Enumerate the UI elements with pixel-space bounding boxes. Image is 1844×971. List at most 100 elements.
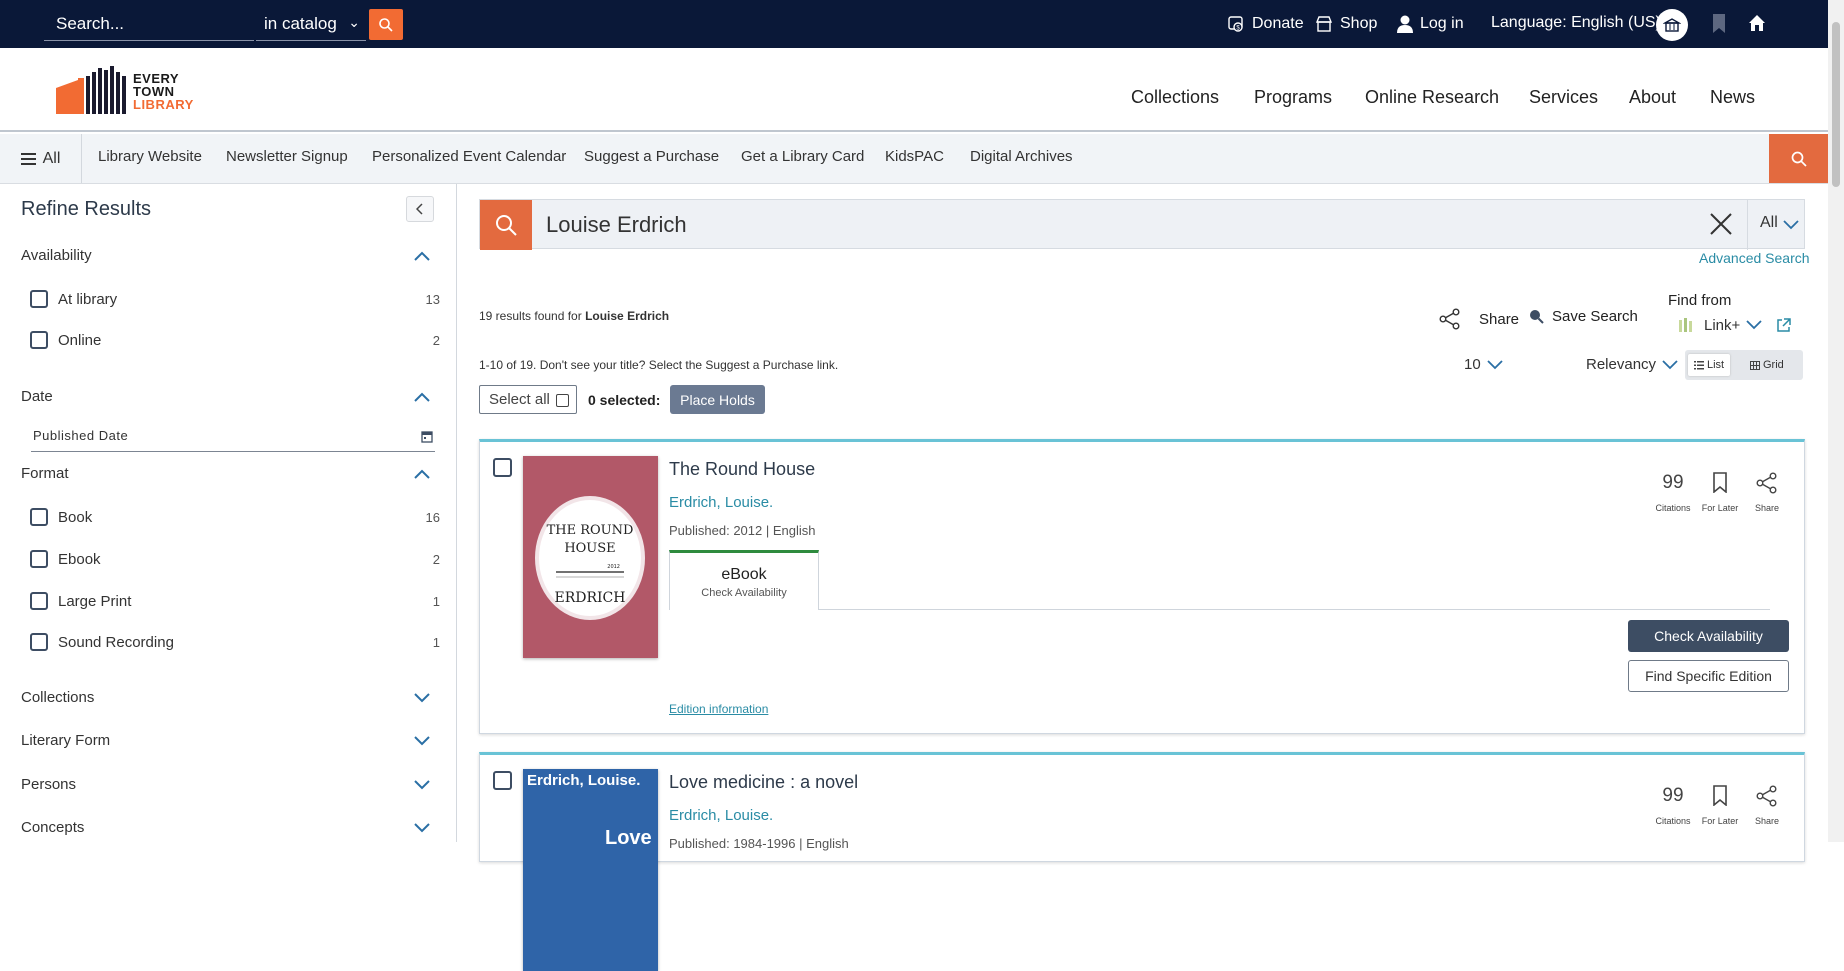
large-print-checkbox[interactable] [30,592,48,610]
chevron-down-icon [1746,320,1762,330]
select-all-checkbox [556,394,569,407]
result-title-link[interactable]: Love medicine : a novel [669,772,858,793]
language-label: Language: English (US) [1491,14,1661,31]
chevron-up-icon[interactable] [414,251,430,261]
library-logo-mark [56,66,126,114]
result-author-link[interactable]: Erdrich, Louise. [669,494,773,511]
library-logo[interactable]: EVERY TOWN LIBRARY [56,66,196,116]
subnav-library-website[interactable]: Library Website [98,148,202,165]
select-all-label: Select all [489,391,550,408]
chevron-up-icon[interactable] [414,469,430,479]
sound-recording-checkbox[interactable] [30,633,48,651]
view-toggle: List Grid [1685,350,1803,380]
login-label: Log in [1420,15,1464,32]
subnav-search-button[interactable] [1769,134,1829,183]
availability-heading[interactable]: Availability [21,247,92,264]
nav-collections[interactable]: Collections [1131,87,1219,108]
published-date-input[interactable]: Published Date [31,425,435,452]
language-selector[interactable]: Language: English (US) [1491,14,1661,32]
library-card-button[interactable] [1656,9,1688,41]
top-search-button[interactable] [369,9,403,40]
all-menu-button[interactable]: All [0,134,82,183]
per-page-select[interactable]: 10 [1464,356,1503,373]
link-plus-select[interactable]: Link+ [1678,316,1792,334]
grid-view-button[interactable]: Grid [1744,354,1790,376]
chevron-down-icon[interactable] [414,780,430,790]
result-select-checkbox[interactable] [493,771,512,790]
find-specific-edition-button[interactable]: Find Specific Edition [1628,660,1789,692]
book-cover[interactable]: THE ROUND HOUSE 2012 ERDRICH [523,456,658,658]
save-search-button[interactable]: Save Search [1529,308,1638,325]
find-from-label: Find from [1668,292,1732,309]
clear-search-icon[interactable] [1708,211,1734,237]
nav-news[interactable]: News [1710,87,1755,108]
subnav-newsletter-signup[interactable]: Newsletter Signup [226,148,348,165]
chevron-down-icon[interactable] [414,693,430,703]
check-availability-button[interactable]: Check Availability [1628,620,1789,652]
share-icon [1439,308,1460,330]
search-type-select[interactable]: All [1747,200,1806,250]
main-search-input[interactable]: Louise Erdrich [546,212,687,238]
chevron-down-icon: ⌄ [348,14,360,30]
scrollbar-thumb[interactable] [1832,22,1840,187]
advanced-search-link[interactable]: Advanced Search [1699,250,1810,266]
refine-results-title: Refine Results [21,198,152,220]
calendar-icon[interactable] [421,430,433,443]
home-button[interactable] [1747,13,1767,38]
edition-information-link[interactable]: Edition information [669,702,768,716]
place-holds-button[interactable]: Place Holds [670,385,765,414]
share-item-button[interactable]: Share [1737,472,1797,513]
nav-about[interactable]: About [1629,87,1676,108]
book-cover[interactable]: Erdrich, Louise. Love [523,769,658,971]
subnav-digital-archives[interactable]: Digital Archives [970,148,1073,165]
book-count: 16 [425,510,440,525]
search-icon [379,17,393,32]
share-item-button[interactable]: Share [1737,785,1797,826]
chevron-down-icon[interactable] [414,736,430,746]
external-link-icon[interactable] [1776,317,1792,333]
format-heading[interactable]: Format [21,465,69,482]
search-scope-select[interactable]: in catalog ⌄ [256,8,366,41]
all-menu-label: All [42,149,61,167]
library-icon [1663,18,1681,32]
collapse-sidebar-button[interactable] [406,196,434,222]
page-scrollbar[interactable] [1828,0,1844,842]
donate-link[interactable]: $ Donate [1226,14,1304,34]
literary-form-facet[interactable]: Literary Form [21,732,110,749]
share-search-button[interactable]: Share [1439,308,1519,330]
shop-link[interactable]: Shop [1314,14,1377,34]
list-view-button[interactable]: List [1688,354,1731,376]
cover-title-text: Love [605,827,652,849]
nav-online-research[interactable]: Online Research [1365,87,1499,108]
format-tab-ebook[interactable]: eBook Check Availability [669,550,819,610]
subnav-kidspac[interactable]: KidsPAC [885,148,944,165]
main-search-button[interactable] [480,200,532,250]
at-library-count: 13 [425,292,440,307]
concepts-facet[interactable]: Concepts [21,819,84,836]
chevron-down-icon[interactable] [414,823,430,833]
collections-facet[interactable]: Collections [21,689,94,706]
nav-services[interactable]: Services [1529,87,1598,108]
subnav-library-card[interactable]: Get a Library Card [741,148,864,165]
chevron-up-icon[interactable] [414,392,430,402]
book-checkbox[interactable] [30,508,48,526]
nav-programs[interactable]: Programs [1254,87,1332,108]
online-checkbox[interactable] [30,331,48,349]
svg-text:2012: 2012 [607,564,620,570]
subnav-event-calendar[interactable]: Personalized Event Calendar [372,148,566,165]
catalog-search-input[interactable]: Search... [44,8,254,41]
result-select-checkbox[interactable] [493,458,512,477]
subnav-suggest-purchase[interactable]: Suggest a Purchase [584,148,719,165]
bookmark-button[interactable] [1711,13,1727,39]
persons-facet[interactable]: Persons [21,776,76,793]
search-icon [496,215,517,236]
date-heading[interactable]: Date [21,388,53,405]
sort-select[interactable]: Relevancy [1586,356,1678,373]
result-author-link[interactable]: Erdrich, Louise. [669,807,773,824]
at-library-checkbox[interactable] [30,290,48,308]
login-link[interactable]: Log in [1396,14,1464,34]
book-label: Book [58,509,93,526]
ebook-checkbox[interactable] [30,550,48,568]
select-all-button[interactable]: Select all [479,385,577,414]
result-title-link[interactable]: The Round House [669,459,815,480]
